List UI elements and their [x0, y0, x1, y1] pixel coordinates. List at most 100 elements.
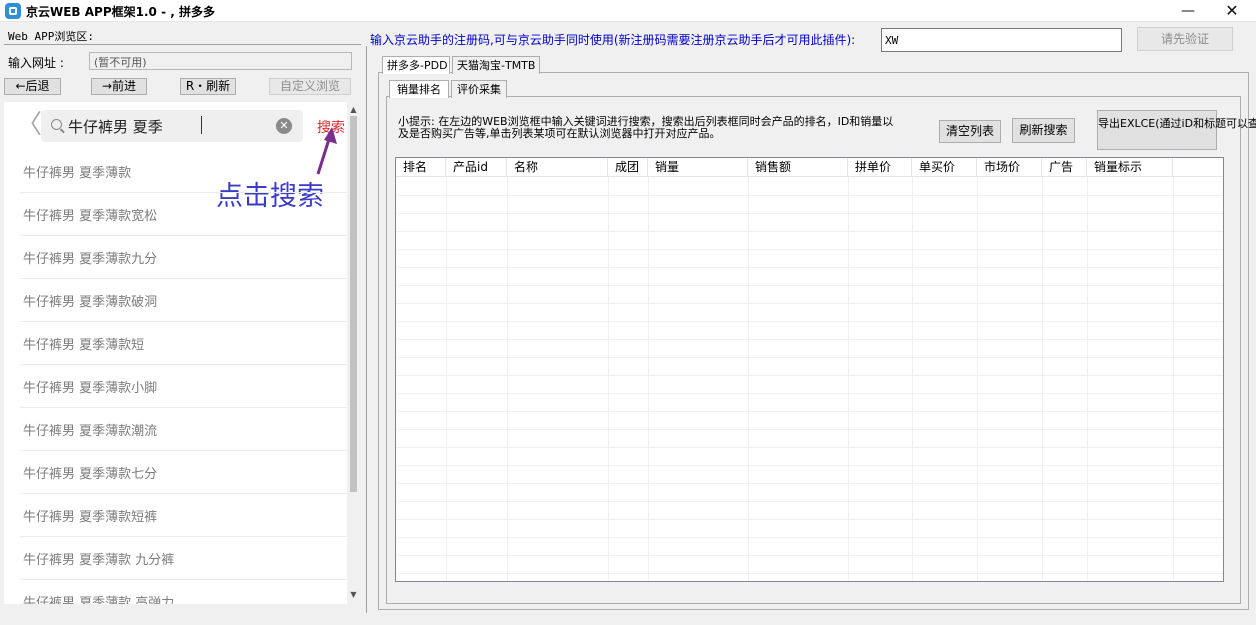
- title-bar: 京云WEB APP框架1.0 - , 拼多多 — ✕: [0, 0, 1256, 22]
- web-app-view[interactable]: 〈 牛仔裤男 夏季 ✕ 搜索 点击搜索 牛仔裤男 夏季薄款 牛仔裤男 夏季薄款宽…: [4, 102, 360, 604]
- suggestion-item[interactable]: 牛仔裤男 夏季薄款宽松: [20, 193, 348, 236]
- url-label: 输入网址 :: [8, 56, 64, 70]
- suggestion-item[interactable]: 牛仔裤男 夏季薄款短裤: [20, 494, 348, 537]
- web-area-label: Web APP浏览区:: [8, 30, 94, 43]
- close-button[interactable]: ✕: [1210, 0, 1254, 22]
- grid-row-line: [396, 465, 1223, 466]
- grid-column-line: [848, 177, 849, 581]
- search-icon: [51, 119, 62, 130]
- grid-row-line: [396, 519, 1223, 520]
- suggestion-text: 牛仔裤男 夏季薄款 九分裤: [23, 553, 175, 568]
- clear-list-button[interactable]: 清空列表: [939, 120, 1001, 143]
- verify-button[interactable]: 请先验证: [1137, 27, 1233, 51]
- tab-tmtb[interactable]: 天猫淘宝-TMTB: [452, 56, 540, 74]
- suggestion-text: 牛仔裤男 夏季薄款宽松: [23, 209, 158, 224]
- scroll-thumb[interactable]: [350, 116, 357, 492]
- table-header: 排名 产品id 名称 成团 销量 销售额 拼单价 单买价 市场价 广告 销量标示: [396, 158, 1223, 177]
- suggestion-item[interactable]: 牛仔裤男 夏季薄款九分: [20, 236, 348, 279]
- column-header-product-id[interactable]: 产品id: [446, 158, 507, 177]
- scroll-up-icon[interactable]: ▲: [347, 104, 360, 116]
- column-header-market-price[interactable]: 市场价: [977, 158, 1042, 177]
- tips-text: 小提示: 在左边的WEB浏览框中输入关键词进行搜索，搜索出后列表框同时会产品的排…: [398, 115, 894, 140]
- column-header-group[interactable]: 成团: [608, 158, 648, 177]
- column-header-name[interactable]: 名称: [507, 158, 608, 177]
- suggestion-item[interactable]: 牛仔裤男 夏季薄款 高弹力: [20, 580, 348, 604]
- column-header-revenue[interactable]: 销售额: [748, 158, 848, 177]
- suggestion-text: 牛仔裤男 夏季薄款小脚: [23, 381, 158, 396]
- divider: [4, 44, 361, 45]
- tab-pdd[interactable]: 拼多多-PDD: [382, 56, 450, 74]
- chevron-left-icon[interactable]: 〈: [16, 112, 42, 138]
- subtab-review-collect[interactable]: 评价采集: [451, 80, 507, 98]
- grid-row-line: [396, 501, 1223, 502]
- grid-column-line: [648, 177, 649, 581]
- search-input-text: 牛仔裤男 夏季: [68, 118, 163, 136]
- grid-row-line: [396, 375, 1223, 376]
- grid-row-line: [396, 339, 1223, 340]
- suggestion-text: 牛仔裤男 夏季薄款潮流: [23, 424, 158, 439]
- grid-column-line: [748, 177, 749, 581]
- text-caret: [201, 116, 202, 134]
- grid-row-line: [396, 213, 1223, 214]
- splitter[interactable]: [366, 46, 367, 613]
- suggestion-text: 牛仔裤男 夏季薄款短裤: [23, 510, 158, 525]
- grid-row-line: [396, 285, 1223, 286]
- subtab-sales-rank[interactable]: 销量排名: [389, 80, 449, 98]
- grid-row-line: [396, 249, 1223, 250]
- column-header-single-price[interactable]: 单买价: [912, 158, 977, 177]
- suggestion-text: 牛仔裤男 夏季薄款七分: [23, 467, 158, 482]
- grid-row-line: [396, 231, 1223, 232]
- custom-browse-button[interactable]: 自定义浏览: [269, 78, 351, 95]
- minimize-button[interactable]: —: [1166, 0, 1210, 22]
- grid-column-line: [1042, 177, 1043, 581]
- suggestion-item[interactable]: 牛仔裤男 夏季薄款小脚: [20, 365, 348, 408]
- grid-row-line: [396, 411, 1223, 412]
- column-header-ad[interactable]: 广告: [1042, 158, 1087, 177]
- suggestion-item[interactable]: 牛仔裤男 夏季薄款: [20, 150, 348, 193]
- results-table[interactable]: 排名 产品id 名称 成团 销量 销售额 拼单价 单买价 市场价 广告 销量标示: [395, 157, 1224, 582]
- grid-row-line: [396, 393, 1223, 394]
- suggestion-text: 牛仔裤男 夏季薄款九分: [23, 252, 158, 267]
- grid-row-line: [396, 195, 1223, 196]
- clear-icon[interactable]: ✕: [276, 118, 292, 134]
- grid-column-line: [1173, 177, 1174, 581]
- grid-row-line: [396, 573, 1223, 574]
- webview-scrollbar[interactable]: ▲ ▼: [347, 102, 360, 604]
- scroll-down-icon[interactable]: ▼: [347, 589, 360, 601]
- grid-row-line: [396, 483, 1223, 484]
- suggestion-item[interactable]: 牛仔裤男 夏季薄款七分: [20, 451, 348, 494]
- registration-code-input[interactable]: XW: [881, 28, 1122, 52]
- suggestion-item[interactable]: 牛仔裤男 夏季薄款 九分裤: [20, 537, 348, 580]
- grid-row-line: [396, 267, 1223, 268]
- grid-row-line: [396, 321, 1223, 322]
- column-header-sales[interactable]: 销量: [648, 158, 748, 177]
- suggestion-item[interactable]: 牛仔裤男 夏季薄款短: [20, 322, 348, 365]
- refresh-search-button[interactable]: 刷新搜索: [1012, 118, 1075, 143]
- suggestion-item[interactable]: 牛仔裤男 夏季薄款破洞: [20, 279, 348, 322]
- grid-column-line: [608, 177, 609, 581]
- refresh-button[interactable]: R・刷新: [180, 78, 236, 95]
- grid-column-line: [977, 177, 978, 581]
- window-title: 京云WEB APP框架1.0 - , 拼多多: [26, 5, 215, 19]
- column-header-rank[interactable]: 排名: [396, 158, 446, 177]
- forward-button[interactable]: →前进: [91, 78, 147, 95]
- suggestion-item[interactable]: 牛仔裤男 夏季薄款潮流: [20, 408, 348, 451]
- export-excel-button[interactable]: 导出EXLCE(通过iD和标题可以查找排名): [1097, 110, 1256, 150]
- grid-column-line: [446, 177, 447, 581]
- grid-row-line: [396, 555, 1223, 556]
- back-button[interactable]: ←后退: [4, 78, 61, 95]
- grid-row-line: [396, 429, 1223, 430]
- grid-column-line: [912, 177, 913, 581]
- column-header-sales-tag[interactable]: 销量标示: [1087, 158, 1173, 177]
- grid-column-line: [1087, 177, 1088, 581]
- grid-column-line: [507, 177, 508, 581]
- grid-row-line: [396, 537, 1223, 538]
- search-input[interactable]: 牛仔裤男 夏季 ✕: [41, 110, 303, 142]
- grid-row-line: [396, 357, 1223, 358]
- column-header-group-price[interactable]: 拼单价: [848, 158, 912, 177]
- grid-row-line: [396, 447, 1223, 448]
- suggestion-text: 牛仔裤男 夏季薄款: [23, 166, 132, 181]
- url-input[interactable]: (暂不可用): [89, 52, 352, 70]
- suggestion-text: 牛仔裤男 夏季薄款破洞: [23, 295, 158, 310]
- grid-row-line: [396, 303, 1223, 304]
